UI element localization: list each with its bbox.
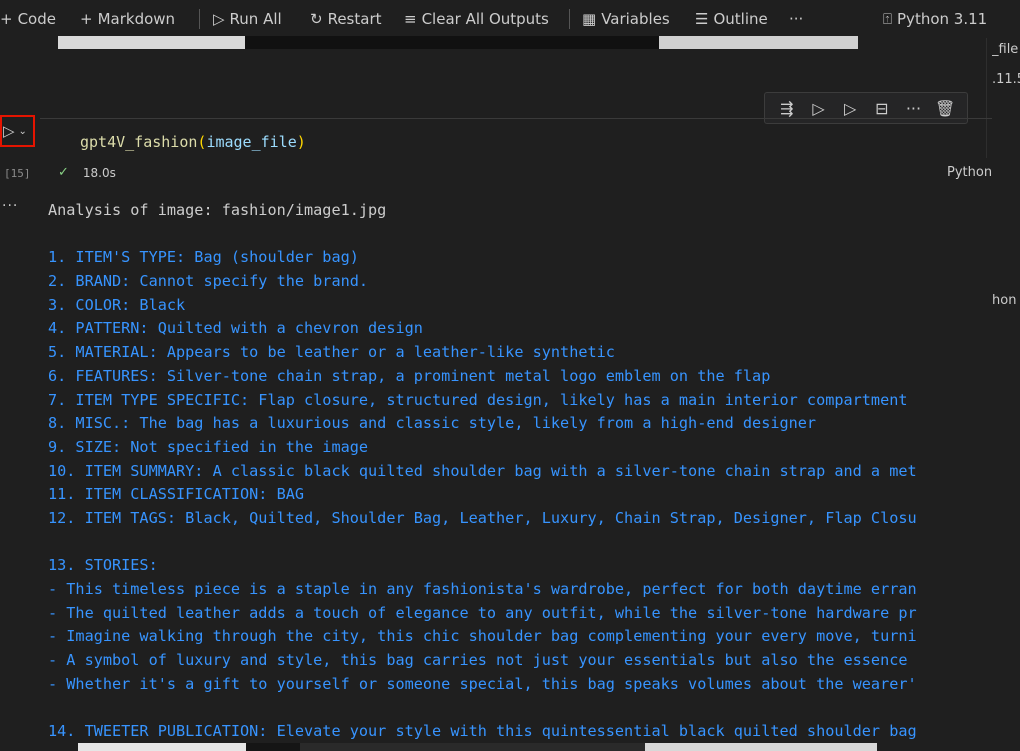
output-line: - This timeless piece is a staple in any… <box>48 580 917 598</box>
notebook-toolbar: + Code + Markdown ▷ Run All ↻ Restart ≡ … <box>0 0 1020 38</box>
clear-outputs-icon: ≡ <box>404 10 417 28</box>
split-cell-icon[interactable]: ⊟ <box>871 99 893 118</box>
kernel-picker[interactable]: ⍐ Python 3.11 <box>883 9 987 29</box>
next-output-image <box>0 743 1020 751</box>
toolbar-separator <box>569 9 570 29</box>
code-editor[interactable]: gpt4V_fashion(image_file) <box>80 133 306 151</box>
clear-outputs-label: Clear All Outputs <box>421 10 549 28</box>
outline-label: Outline <box>713 10 768 28</box>
kernel-icon: ⍐ <box>883 10 893 28</box>
right-panel-text-1: _file <box>992 42 1019 57</box>
add-code-button[interactable]: + Code <box>0 9 56 29</box>
chevron-down-icon[interactable]: ⌄ <box>19 126 27 137</box>
plus-icon: + <box>0 10 13 28</box>
output-more-icon[interactable]: ··· <box>2 198 18 214</box>
run-all-icon: ▷ <box>213 10 225 28</box>
delete-cell-icon[interactable]: 🗑 <box>934 99 956 118</box>
run-by-line-icon[interactable]: ⇶ <box>776 99 798 118</box>
output-line: 7. ITEM TYPE SPECIFIC: Flap closure, str… <box>48 390 908 409</box>
right-panel-text-3: hon <box>992 293 1017 308</box>
outline-icon: ☰ <box>695 10 709 28</box>
output-line: - A symbol of luxury and style, this bag… <box>48 651 908 670</box>
run-all-label: Run All <box>229 10 282 28</box>
restart-label: Restart <box>327 10 382 28</box>
check-icon: ✓ <box>58 165 69 180</box>
restart-button[interactable]: ↻ Restart <box>310 9 382 29</box>
execute-below-icon[interactable]: ▷ <box>839 99 861 118</box>
output-line: 9. SIZE: Not specified in the image <box>48 437 369 456</box>
code-paren-close: ) <box>296 133 306 151</box>
kernel-label: Python 3.11 <box>897 10 988 28</box>
play-icon: ▷ <box>3 122 15 140</box>
previous-output-image <box>58 36 858 49</box>
more-actions-button[interactable]: ··· <box>789 9 803 29</box>
cell-divider <box>40 118 992 119</box>
output-line: 4. PATTERN: Quilted with a chevron desig… <box>48 319 423 338</box>
run-cell-button[interactable]: ▷ ⌄ <box>0 115 35 147</box>
add-markdown-button[interactable]: + Markdown <box>80 9 175 29</box>
right-panel-text-2: .11.5 <box>992 72 1020 87</box>
variables-button[interactable]: ▦ Variables <box>582 9 670 29</box>
execution-count: [15] <box>4 167 31 180</box>
cell-status: ✓ 18.0s <box>58 165 116 180</box>
output-line: 1. ITEM'S TYPE: Bag (shoulder bag) <box>48 248 359 267</box>
output-line: 13. STORIES: <box>48 556 158 575</box>
cell-language[interactable]: Python <box>947 165 992 180</box>
clear-all-outputs-button[interactable]: ≡ Clear All Outputs <box>404 9 549 29</box>
more-icon: ··· <box>789 10 804 28</box>
execution-duration: 18.0s <box>82 165 116 180</box>
output-line: 14. TWEETER PUBLICATION: Elevate your st… <box>48 722 917 741</box>
output-line: - Imagine walking through the city, this… <box>48 627 917 646</box>
output-line: 11. ITEM CLASSIFICATION: BAG <box>48 485 305 504</box>
output-line: Analysis of image: fashion/image1.jpg <box>48 201 387 219</box>
plus-icon: + <box>80 10 93 28</box>
variables-label: Variables <box>601 10 670 28</box>
output-line: - Whether it's a gift to yourself or som… <box>48 674 917 693</box>
output-line: - The quilted leather adds a touch of el… <box>48 603 917 622</box>
output-line: 6. FEATURES: Silver-tone chain strap, a … <box>48 366 771 385</box>
panel-divider <box>986 38 987 158</box>
add-markdown-label: Markdown <box>97 10 176 28</box>
more-icon[interactable]: ··· <box>902 99 924 118</box>
toolbar-separator <box>199 9 200 29</box>
variables-icon: ▦ <box>582 10 597 28</box>
add-code-label: Code <box>17 10 56 28</box>
cell-toolbar: ⇶ ▷ ▷ ⊟ ··· 🗑 <box>764 92 968 124</box>
run-all-button[interactable]: ▷ Run All <box>213 9 282 29</box>
code-argument: image_file <box>206 133 297 151</box>
output-line: 10. ITEM SUMMARY: A classic black quilte… <box>48 461 917 480</box>
outline-button[interactable]: ☰ Outline <box>695 9 768 29</box>
output-line: 8. MISC.: The bag has a luxurious and cl… <box>48 414 817 433</box>
output-line: 12. ITEM TAGS: Black, Quilted, Shoulder … <box>48 508 917 527</box>
output-line: 5. MATERIAL: Appears to be leather or a … <box>48 343 615 362</box>
cell-output: Analysis of image: fashion/image1.jpg 1. … <box>48 199 992 751</box>
restart-icon: ↻ <box>310 10 323 28</box>
output-line: 3. COLOR: Black <box>48 295 186 314</box>
execute-above-icon[interactable]: ▷ <box>807 99 829 118</box>
code-function: gpt4V_fashion <box>80 133 198 151</box>
output-line: 2. BRAND: Cannot specify the brand. <box>48 272 369 291</box>
